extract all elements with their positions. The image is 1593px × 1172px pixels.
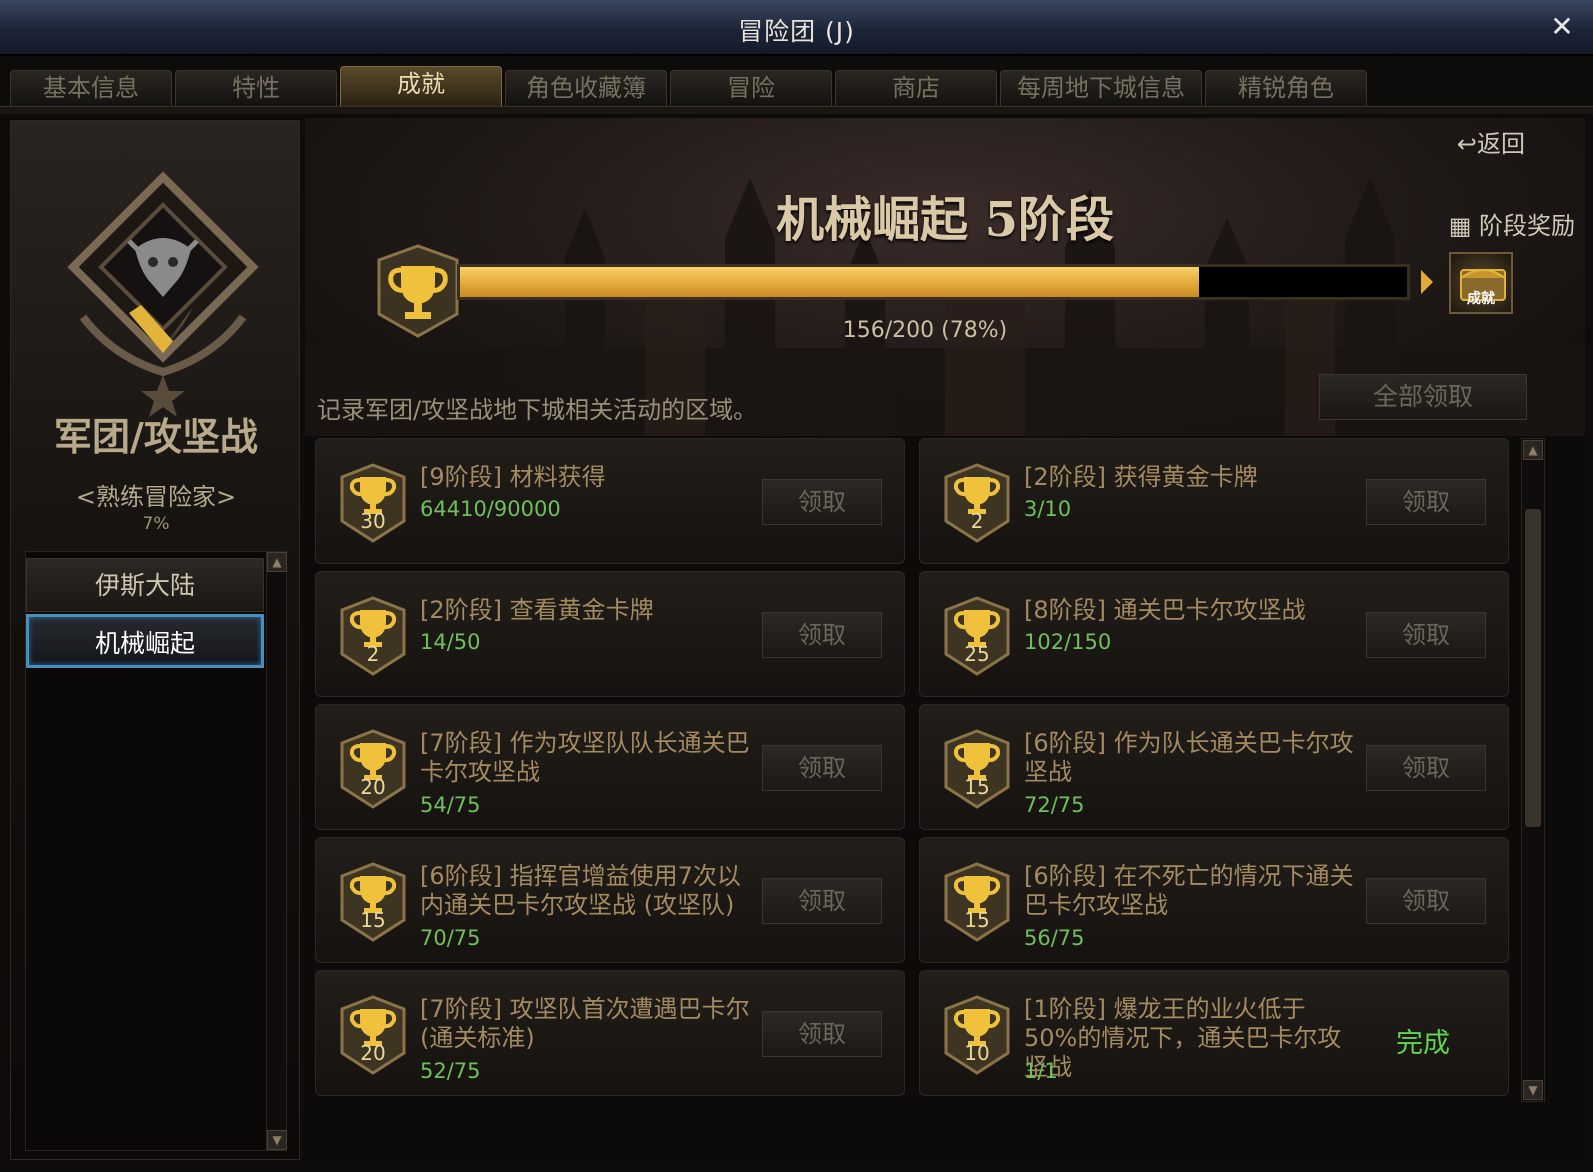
scroll-down-icon[interactable]: ▼ (1523, 1080, 1543, 1100)
stage-reward-link[interactable]: ▦ 阶段奖励 (1449, 206, 1575, 241)
scroll-up-icon[interactable]: ▲ (1523, 440, 1543, 460)
title-bar[interactable]: 冒险团 (J) ✕ (0, 0, 1593, 56)
achievement-title: [6阶段] 指挥官增益使用7次以内通关巴卡尔攻坚战 (攻坚队) (420, 862, 741, 919)
scroll-up-icon[interactable]: ▲ (267, 552, 287, 572)
achievement-card: 20 [7阶段] 作为攻坚队队长通关巴卡尔攻坚战 54/75 领取 (315, 704, 905, 830)
achievement-card: 2 [2阶段] 查看黄金卡牌 14/50 领取 (315, 571, 905, 697)
adventure-group-window: 冒险团 (J) ✕ 基本信息 特性 成就 角色收藏簿 冒险 商店 每周地下城信息… (0, 0, 1593, 1172)
claim-button[interactable]: 领取 (1366, 612, 1486, 658)
scroll-down-icon[interactable]: ▼ (267, 1130, 287, 1150)
achievement-progress: 70/75 (420, 926, 481, 950)
achievement-card: 25 [8阶段] 通关巴卡尔攻坚战 102/150 领取 (919, 571, 1509, 697)
achievement-points: 25 (964, 642, 990, 666)
rank-label: <熟练冒险家> (75, 483, 237, 511)
claim-button[interactable]: 领取 (1366, 479, 1486, 525)
tab-achievements[interactable]: 成就 (340, 66, 502, 106)
tab-weekly-dungeon-info[interactable]: 每周地下城信息 (1000, 70, 1202, 106)
achievement-progress: 56/75 (1024, 926, 1085, 950)
category-group-title: 军团/攻坚战 (54, 414, 258, 459)
claim-button[interactable]: 领取 (1366, 878, 1486, 924)
stage-title: 机械崛起 5阶段 (775, 192, 1115, 248)
claim-button[interactable]: 领取 (762, 745, 882, 791)
achievement-progress: 72/75 (1024, 793, 1085, 817)
achievement-title: [7阶段] 作为攻坚队队长通关巴卡尔攻坚战 (420, 729, 750, 786)
achievement-points: 15 (964, 908, 990, 932)
tab-shop[interactable]: 商店 (835, 70, 997, 106)
reward-chest-button[interactable]: 成就 (1449, 252, 1513, 314)
claim-button[interactable]: 领取 (762, 878, 882, 924)
claim-button[interactable]: 领取 (762, 1011, 882, 1057)
section-description: 记录军团/攻坚战地下城相关活动的区域。 (317, 396, 758, 424)
achievement-title: [2阶段] 查看黄金卡牌 (420, 596, 654, 624)
category-item-mechanical-rise[interactable]: 机械崛起 (26, 614, 264, 668)
claim-button[interactable]: 领取 (762, 479, 882, 525)
achievement-points: 2 (366, 642, 380, 666)
achievement-title: [2阶段] 获得黄金卡牌 (1024, 463, 1258, 491)
achievement-progress: 102/150 (1024, 630, 1112, 654)
category-panel: 军团/攻坚战 <熟练冒险家> 7% 伊斯大陆 机械崛起 ▲ ▼ (10, 120, 300, 1160)
achievement-card: 15 [6阶段] 指挥官增益使用7次以内通关巴卡尔攻坚战 (攻坚队) 70/75 领取 (315, 837, 905, 963)
achievement-points: 15 (360, 908, 386, 932)
achievement-progress: 3/10 (1024, 497, 1072, 521)
category-list: 伊斯大陆 机械崛起 ▲ ▼ (25, 551, 287, 1151)
back-button[interactable]: ↩返回 (1457, 124, 1525, 159)
achievement-points: 15 (964, 775, 990, 799)
achievement-main: ↩返回 机械崛起 5阶段 ▦ 阶段奖励 成就 156/200 (78%) 记录军… (305, 118, 1585, 1161)
tab-character-collection[interactable]: 角色收藏簿 (505, 70, 667, 106)
achievement-card: 10 [1阶段] 爆龙王的业火低于50%的情况下，通关巴卡尔攻坚战 1/1 完成 (919, 970, 1509, 1096)
tab-divider (0, 106, 1593, 114)
category-item-isles[interactable]: 伊斯大陆 (26, 558, 264, 612)
gift-icon: ▦ (1448, 212, 1479, 240)
stage-progress-text: 156/200 (78%) (842, 318, 1008, 343)
tab-adventure[interactable]: 冒险 (670, 70, 832, 106)
achievement-title: [7阶段] 攻坚队首次遭遇巴卡尔 (通关标准) (420, 995, 750, 1052)
stage-banner: ↩返回 机械崛起 5阶段 ▦ 阶段奖励 成就 156/200 (78%) 记录军… (305, 118, 1585, 436)
achievement-complete-label: 完成 (1396, 1028, 1450, 1059)
window-title: 冒险团 (J) (738, 17, 855, 46)
group-percent: 7% (142, 514, 170, 534)
category-scrollbar[interactable]: ▲ ▼ (266, 552, 287, 1150)
tab-traits[interactable]: 特性 (175, 70, 337, 106)
achievement-card: 2 [2阶段] 获得黄金卡牌 3/10 领取 (919, 438, 1509, 564)
legion-emblem-icon (67, 171, 259, 417)
achievement-title: [6阶段] 在不死亡的情况下通关巴卡尔攻坚战 (1024, 862, 1354, 919)
achievement-card: 15 [6阶段] 在不死亡的情况下通关巴卡尔攻坚战 56/75 领取 (919, 837, 1509, 963)
achievement-progress: 54/75 (420, 793, 481, 817)
achievement-points: 20 (360, 1041, 386, 1065)
close-icon[interactable]: ✕ (1545, 10, 1579, 44)
claim-all-button[interactable]: 全部领取 (1319, 374, 1527, 420)
achievement-card: 15 [6阶段] 作为队长通关巴卡尔攻坚战 72/75 领取 (919, 704, 1509, 830)
achievement-card: 20 [7阶段] 攻坚队首次遭遇巴卡尔 (通关标准) 52/75 领取 (315, 970, 905, 1096)
achievement-progress: 14/50 (420, 630, 481, 654)
stage-progress-fill (460, 267, 1199, 297)
achievement-grid: 30 [9阶段] 材料获得 64410/90000 领取 2 [2阶段] 获得黄金卡牌 3/… (315, 438, 1515, 1102)
tab-elite-characters[interactable]: 精锐角色 (1205, 70, 1367, 106)
stage-reward-label: 阶段奖励 (1479, 212, 1575, 240)
achievement-title: [9阶段] 材料获得 (420, 463, 606, 491)
chest-label: 成就 (1467, 291, 1495, 307)
claim-button[interactable]: 领取 (1366, 745, 1486, 791)
achievement-points: 10 (964, 1041, 990, 1065)
achievement-progress: 52/75 (420, 1059, 481, 1083)
achievement-title: [8阶段] 通关巴卡尔攻坚战 (1024, 596, 1306, 624)
achievement-points: 30 (360, 509, 386, 533)
achievement-points: 2 (970, 509, 984, 533)
arrow-right-icon (1421, 270, 1433, 294)
stage-progress-bar (457, 264, 1410, 300)
tab-basic-info[interactable]: 基本信息 (10, 70, 172, 106)
achievement-points: 20 (360, 775, 386, 799)
achievement-card: 30 [9阶段] 材料获得 64410/90000 领取 (315, 438, 905, 564)
scrollbar-thumb[interactable] (1525, 509, 1541, 827)
achievement-progress: 64410/90000 (420, 497, 561, 521)
claim-button[interactable]: 领取 (762, 612, 882, 658)
achievement-title: [1阶段] 爆龙王的业火低于50%的情况下，通关巴卡尔攻坚战 (1024, 995, 1342, 1081)
achievement-title: [6阶段] 作为队长通关巴卡尔攻坚战 (1024, 729, 1354, 786)
achievement-progress: 1/1 (1024, 1059, 1058, 1083)
achievement-scrollbar[interactable]: ▲ ▼ (1521, 438, 1545, 1102)
